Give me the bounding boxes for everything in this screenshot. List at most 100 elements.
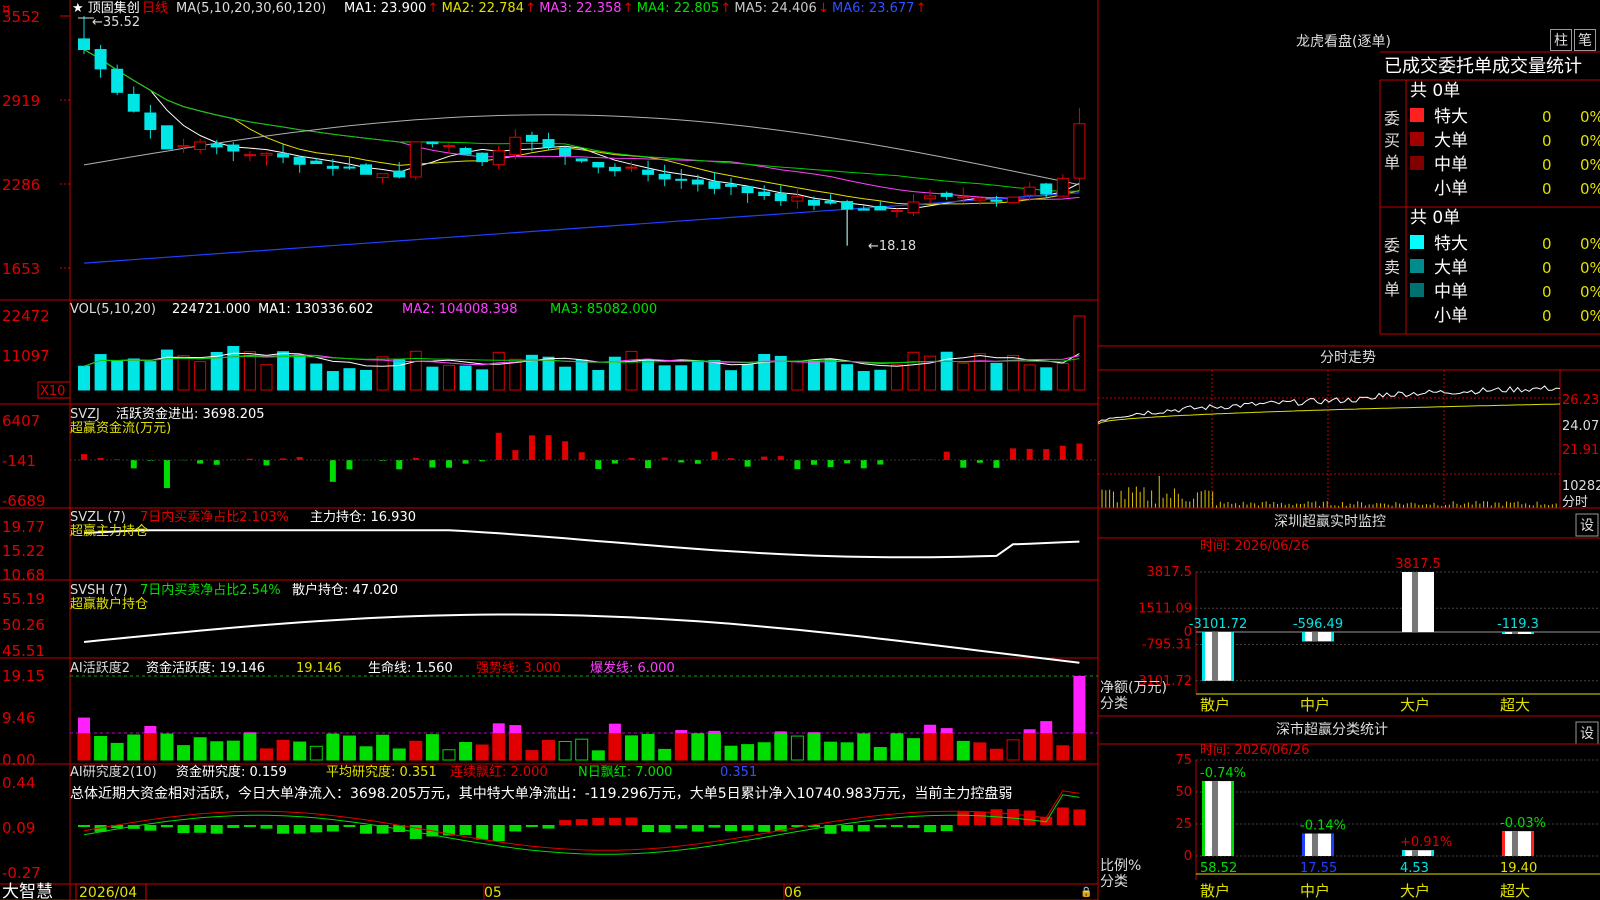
- ma-value-2: MA2: 22.784: [442, 1, 524, 16]
- volume-bar: [160, 349, 173, 391]
- activity-bar: [591, 750, 605, 761]
- activity-bar: [840, 742, 854, 761]
- activity-bar: [392, 748, 406, 761]
- activity-bar: [508, 733, 522, 761]
- candle: [492, 150, 505, 166]
- research-bar: [360, 825, 373, 834]
- activity-bar: [807, 733, 821, 761]
- svzl-tick: 19.77: [2, 518, 45, 536]
- candle: [459, 147, 472, 155]
- tick-view-button[interactable]: 笔: [1574, 29, 1596, 51]
- volume-bar: [509, 358, 522, 391]
- research-bar: [973, 811, 986, 825]
- volume-bar: [575, 359, 588, 391]
- buy-row-pct: 0%: [1580, 156, 1600, 174]
- activity-bar: [425, 734, 439, 761]
- flow-bar: [1043, 449, 1050, 460]
- legend-swatch: [1410, 156, 1424, 170]
- candle: [874, 205, 887, 211]
- flow-bar: [578, 452, 585, 460]
- class-bar-shade: [1212, 781, 1218, 856]
- ma-value-5: MA5: 24.406: [734, 1, 816, 16]
- svzj-sub: 超赢资金流(万元): [70, 420, 171, 436]
- volume-bar: [592, 369, 605, 391]
- chart-canvas[interactable]: 3552291922861653¤ ★ 顶固集创 日线 MA(5,10,20,30,6…: [0, 0, 1600, 900]
- monitor-bar-shade: [1212, 632, 1218, 681]
- class-bar-edge: [1431, 850, 1434, 856]
- candle: [376, 173, 389, 179]
- class-cat: 超大: [1500, 882, 1530, 900]
- research-bar: [608, 817, 621, 825]
- volume-bar: [559, 366, 572, 391]
- activity-bar: [575, 738, 589, 761]
- flow-bar: [329, 460, 336, 482]
- candle: [791, 196, 804, 202]
- activity-bar: [94, 735, 108, 761]
- ai1-tick: 19.15: [2, 667, 45, 685]
- monitor-bar-edge: [1502, 632, 1505, 634]
- monitor-bar-edge: [1231, 632, 1234, 681]
- legend-swatch: [1410, 132, 1424, 146]
- volume-bar: [990, 362, 1003, 391]
- sell-side-label: 单: [1384, 280, 1400, 299]
- volume-bar: [310, 363, 323, 391]
- activity-bar: [177, 745, 191, 761]
- research-bar: [542, 825, 555, 829]
- fs-tick: 26.23: [1562, 393, 1599, 408]
- bar-view-button[interactable]: 柱: [1550, 29, 1572, 51]
- flow-bar: [860, 460, 867, 469]
- volume-bar: [841, 364, 854, 391]
- buy-row-name: 小单: [1434, 179, 1468, 199]
- research-bar: [194, 825, 207, 833]
- candle: [409, 141, 422, 178]
- candle: [940, 192, 953, 197]
- research-bar: [492, 825, 505, 842]
- candle: [227, 144, 240, 152]
- research-bar: [1073, 809, 1086, 825]
- ma-arrow: ↑: [916, 1, 927, 16]
- class-title: 深市超赢分类统计: [1276, 721, 1388, 738]
- class-tick: 50: [1175, 785, 1192, 800]
- svzj-tick: -6689: [2, 492, 46, 510]
- research-bar: [625, 817, 638, 825]
- research-bar: [592, 817, 605, 825]
- candle: [725, 183, 738, 187]
- flow-bar: [197, 460, 204, 464]
- monitor-bar-edge: [1302, 632, 1305, 642]
- svzj-title: SVZJ: [70, 407, 100, 422]
- flow-bar: [445, 460, 452, 468]
- research-bar: [841, 825, 854, 832]
- activity-bar: [326, 733, 340, 761]
- flow-bar: [545, 435, 552, 460]
- activity-bar: [193, 737, 207, 761]
- monitor-set: 设: [1580, 518, 1594, 534]
- class-bar-edge: [1202, 781, 1205, 856]
- ma-arrow: ↑: [720, 1, 731, 16]
- sell-row-count: 0: [1542, 235, 1552, 253]
- flow-bar: [943, 451, 950, 460]
- monitor-cat: 大户: [1400, 696, 1430, 714]
- activity-bar: [342, 735, 356, 761]
- candle: [924, 195, 937, 200]
- buy-side-label: 单: [1384, 153, 1400, 172]
- volume-bar: [144, 361, 157, 391]
- vol-unit: X10: [40, 384, 65, 399]
- monitor-bar-edge: [1331, 632, 1334, 642]
- fs-price-line: [1097, 385, 1561, 423]
- class-tick: 75: [1175, 753, 1192, 768]
- ma-value-4: MA4: 22.805: [637, 1, 719, 16]
- class-bar-edge: [1531, 831, 1534, 856]
- monitor-cat: 散户: [1200, 696, 1230, 714]
- monitor-bar-shade: [1412, 572, 1418, 632]
- svzl-label1: 7日内买卖净占比2.103%: [140, 509, 289, 525]
- candle: [824, 200, 837, 204]
- class-top-label: -0.74%: [1200, 766, 1246, 781]
- class-bar-shade: [1512, 831, 1518, 856]
- volume-bar: [78, 365, 90, 391]
- buy-row-count: 0: [1542, 132, 1552, 150]
- ai1-v3: 生命线: 1.560: [368, 660, 453, 676]
- research-bar: [857, 825, 870, 832]
- activity-bar: [210, 741, 224, 761]
- sell-total: 共 0单: [1410, 208, 1460, 228]
- research-bar: [227, 825, 240, 828]
